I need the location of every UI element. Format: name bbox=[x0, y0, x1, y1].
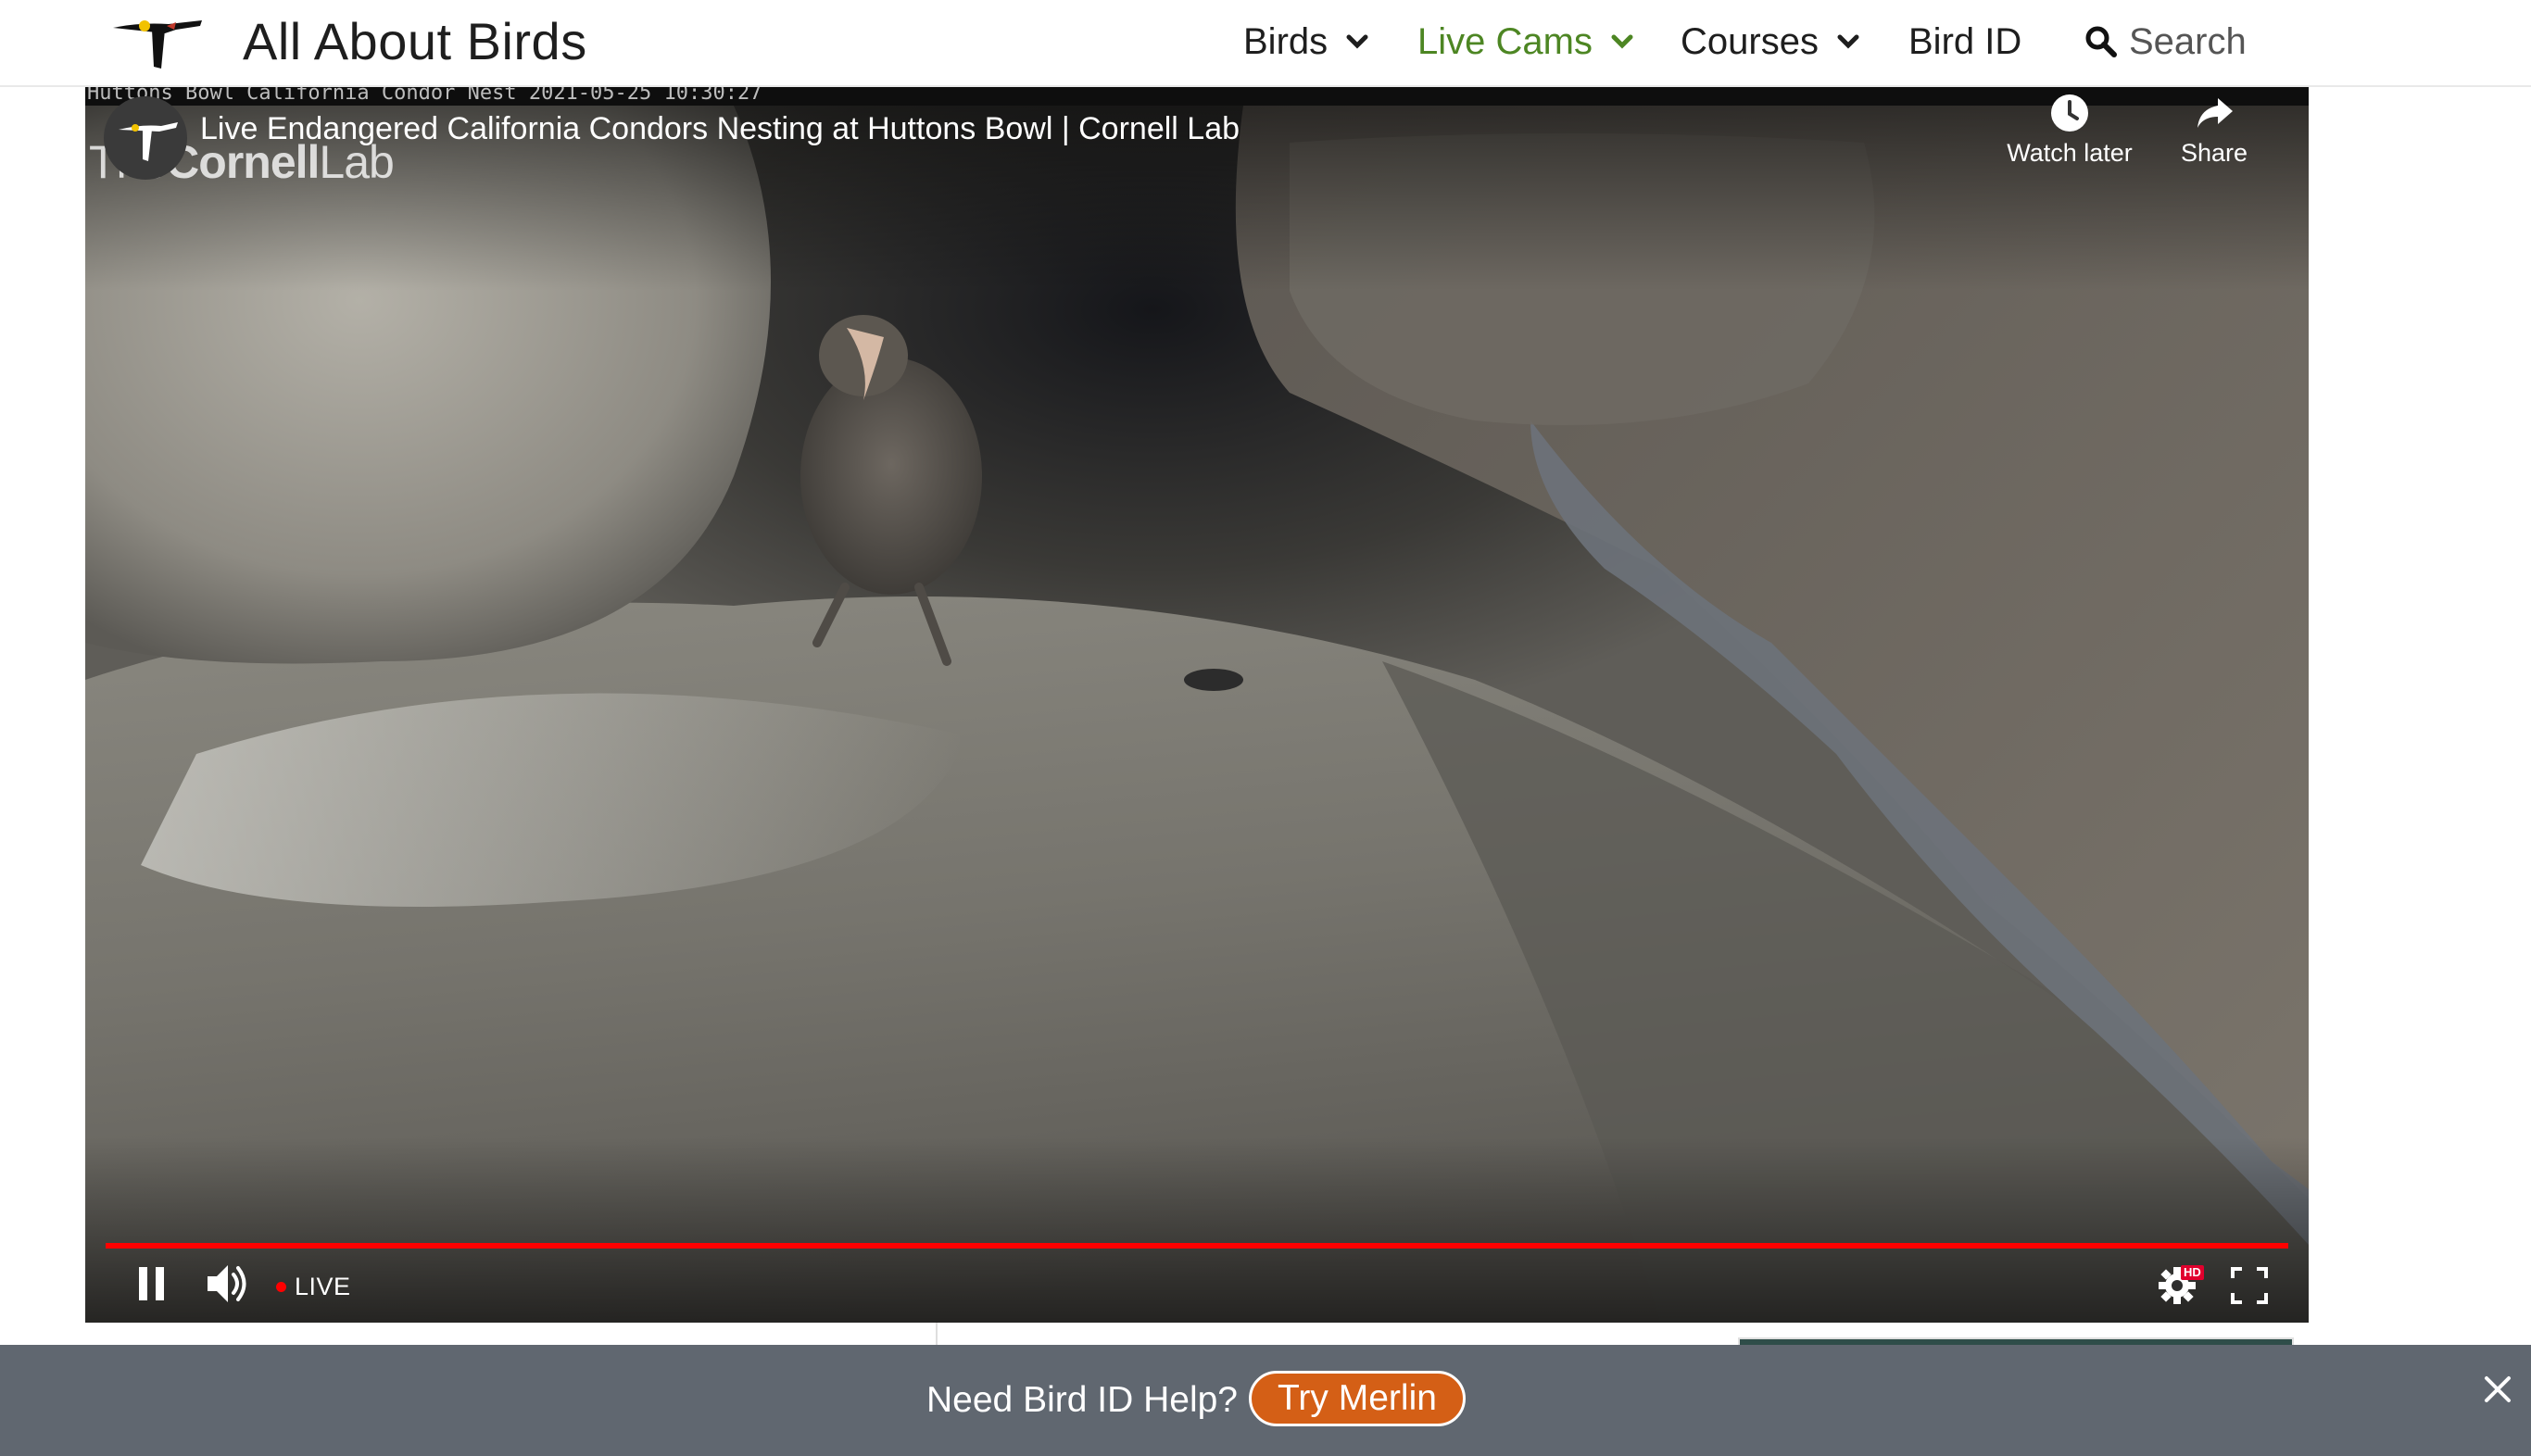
merlin-promo-banner: Need Bird ID Help? Try Merlin bbox=[0, 1345, 2531, 1456]
video-title[interactable]: Live Endangered California Condors Nesti… bbox=[200, 106, 1240, 152]
cornell-lab-bird-logo-icon bbox=[119, 122, 178, 161]
volume-icon[interactable] bbox=[204, 1261, 250, 1306]
site-header: All About Birds Birds Live Cams Courses … bbox=[0, 0, 2531, 87]
camera-timestamp-overlay: Huttons Bowl California Condor Nest 2021… bbox=[85, 87, 2309, 106]
chevron-down-icon bbox=[1346, 34, 1368, 49]
search-button[interactable]: Search bbox=[2084, 13, 2247, 70]
share-label: Share bbox=[2180, 139, 2248, 167]
nav-birds[interactable]: Birds bbox=[1243, 13, 1370, 70]
close-icon[interactable] bbox=[2479, 1371, 2516, 1408]
cornell-lab-bird-logo-icon[interactable] bbox=[111, 13, 204, 70]
nav-courses-label: Courses bbox=[1681, 21, 1819, 62]
progress-bar[interactable] bbox=[106, 1243, 2288, 1249]
banner-text: Need Bird ID Help? bbox=[926, 1380, 1238, 1420]
live-label[interactable]: LIVE bbox=[295, 1273, 351, 1301]
pause-icon[interactable] bbox=[133, 1263, 170, 1304]
fullscreen-icon[interactable] bbox=[2231, 1267, 2268, 1304]
site-title[interactable]: All About Birds bbox=[243, 9, 587, 74]
nav-live-cams-label: Live Cams bbox=[1417, 21, 1593, 62]
chevron-down-icon bbox=[1611, 34, 1633, 49]
live-cam-video-player[interactable]: Huttons Bowl California Condor Nest 2021… bbox=[85, 87, 2309, 1323]
share-button[interactable]: Share bbox=[2140, 93, 2288, 168]
magnifier-icon bbox=[2085, 26, 2117, 57]
nav-birds-label: Birds bbox=[1243, 21, 1328, 62]
nav-courses[interactable]: Courses bbox=[1681, 13, 1861, 70]
share-arrow-icon bbox=[2197, 98, 2233, 128]
channel-avatar[interactable] bbox=[104, 96, 187, 180]
nav-live-cams[interactable]: Live Cams bbox=[1417, 13, 1635, 70]
hd-badge: HD bbox=[2181, 1265, 2204, 1280]
nav-bird-id-label: Bird ID bbox=[1908, 21, 2022, 62]
live-indicator-dot bbox=[276, 1282, 286, 1292]
search-label: Search bbox=[2129, 21, 2247, 62]
watch-later-label: Watch later bbox=[2007, 139, 2133, 167]
clock-icon bbox=[2051, 94, 2088, 132]
content-column-divider bbox=[936, 1323, 938, 1347]
watch-later-button[interactable]: Watch later bbox=[1996, 93, 2144, 168]
try-merlin-button[interactable]: Try Merlin bbox=[1249, 1371, 1466, 1426]
chevron-down-icon bbox=[1837, 34, 1859, 49]
bottom-overlay-gradient bbox=[85, 1137, 2309, 1323]
nav-bird-id[interactable]: Bird ID bbox=[1908, 13, 2021, 70]
